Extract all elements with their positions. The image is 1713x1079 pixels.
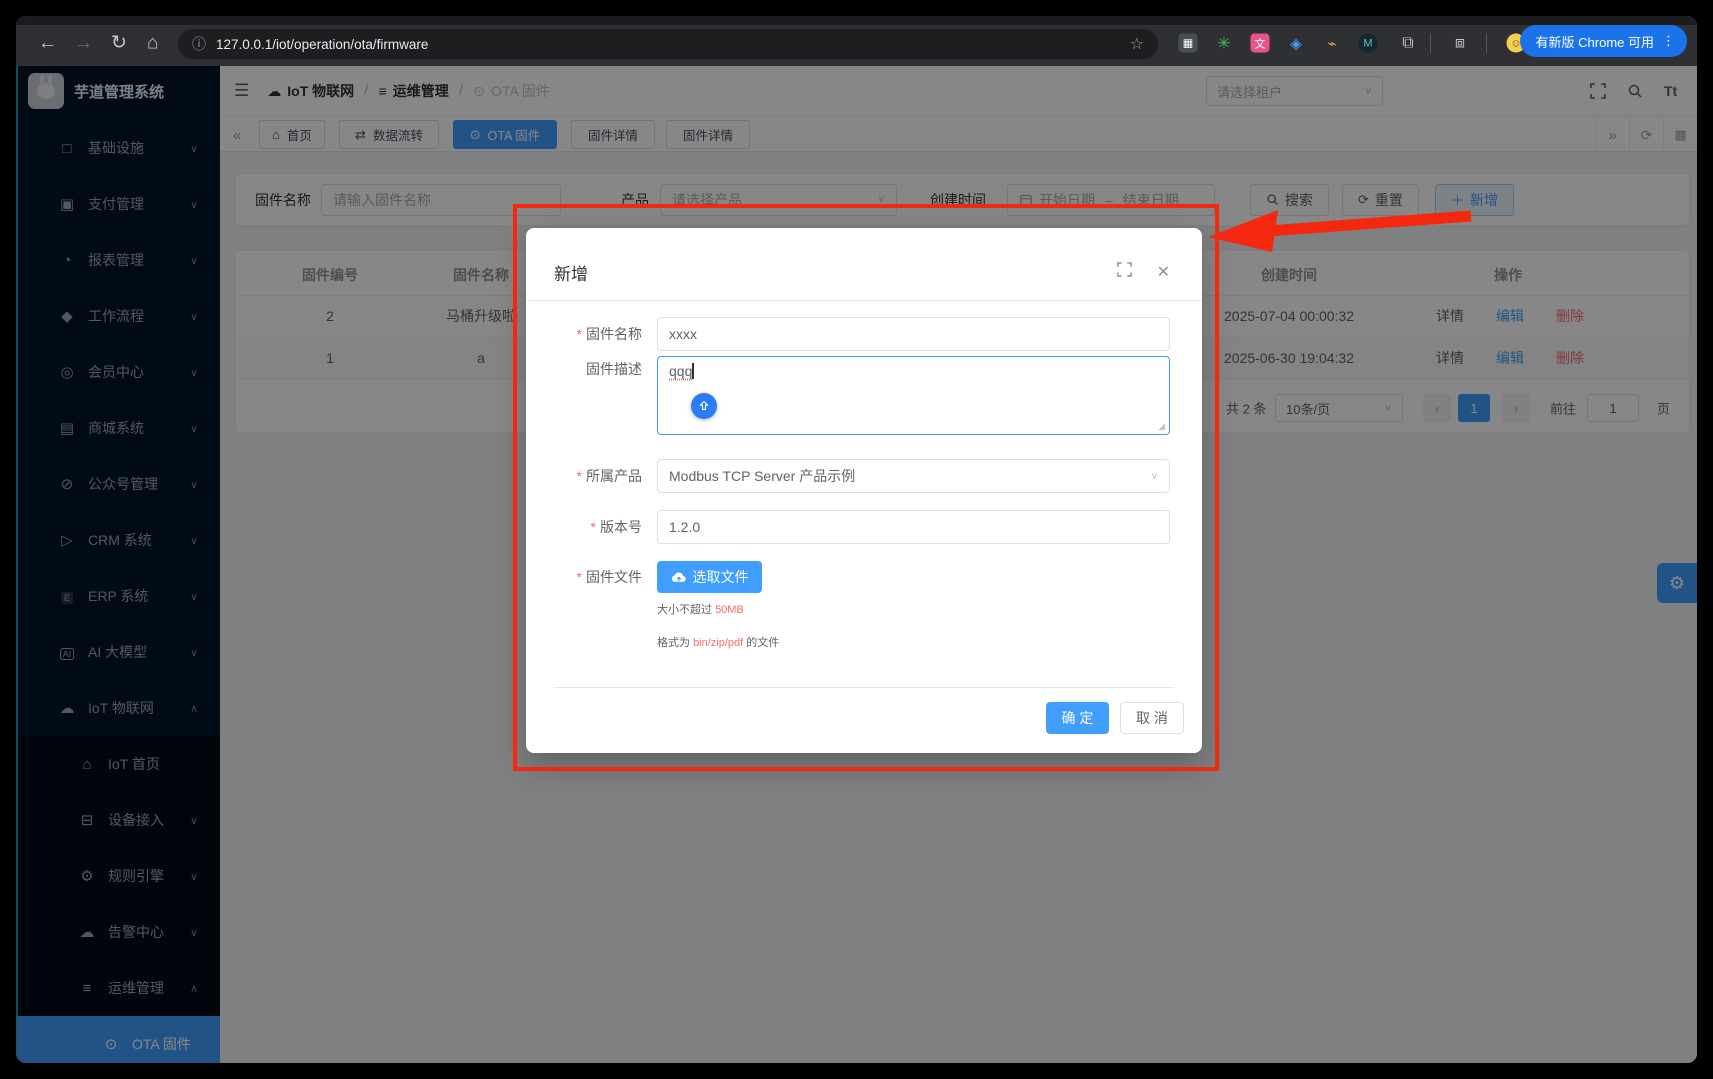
browser-window: ← → ↻ ⌂ ⓘ 127.0.0.1/iot/operation/ota/fi… bbox=[16, 16, 1697, 1063]
upload-cloud-icon bbox=[671, 571, 687, 584]
browser-back-icon[interactable]: ← bbox=[38, 34, 57, 53]
chrome-menu-icon[interactable]: ⋮ bbox=[1662, 33, 1675, 49]
select-file-button[interactable]: 选取文件 bbox=[657, 561, 762, 593]
ext-m-icon[interactable]: M bbox=[1359, 34, 1378, 53]
field-label-product: 所属产品 bbox=[526, 466, 642, 486]
ext-kite-icon[interactable]: ◈ bbox=[1287, 34, 1306, 53]
chrome-separator bbox=[1430, 33, 1431, 53]
ext-atom-icon[interactable]: ✳ bbox=[1215, 34, 1234, 53]
cancel-button[interactable]: 取 消 bbox=[1120, 702, 1184, 734]
text-caret bbox=[692, 363, 694, 379]
resize-handle[interactable]: ◢ bbox=[1158, 421, 1165, 432]
screenshot-stage: ← → ↻ ⌂ ⓘ 127.0.0.1/iot/operation/ota/fi… bbox=[0, 0, 1713, 1079]
field-label-file: 固件文件 bbox=[526, 567, 642, 587]
extensions-puzzle-icon[interactable]: ⧉ bbox=[1399, 34, 1418, 53]
browser-forward-icon[interactable]: → bbox=[74, 34, 93, 53]
url-text: 127.0.0.1/iot/operation/ota/firmware bbox=[216, 37, 1130, 52]
ime-indicator-icon bbox=[691, 393, 717, 419]
select-file-label: 选取文件 bbox=[693, 567, 749, 587]
firmware-name-field[interactable] bbox=[657, 317, 1170, 351]
chrome-separator bbox=[1486, 33, 1487, 53]
dialog-fullscreen-icon[interactable] bbox=[1117, 262, 1132, 282]
dialog-footer-divider bbox=[554, 687, 1174, 688]
file-format-list: bin/zip/pdf bbox=[693, 637, 743, 649]
browser-reload-icon[interactable]: ↻ bbox=[111, 34, 127, 53]
add-firmware-dialog: 新增 ✕ 固件名称 固件描述 qqq ◢ 所属产品 Modbus TCP Ser… bbox=[526, 228, 1202, 753]
bookmark-star-icon[interactable]: ☆ bbox=[1130, 34, 1144, 54]
file-format-hint: 格式为 bin/zip/pdf 的文件 bbox=[657, 634, 779, 650]
chrome-update-button[interactable]: 有新版 Chrome 可用 ⋮ bbox=[1520, 25, 1687, 57]
firmware-desc-textarea[interactable]: qqq ◢ bbox=[657, 356, 1170, 435]
browser-titlebar bbox=[16, 16, 1697, 25]
ext-grid-icon[interactable]: ▦ bbox=[1179, 34, 1198, 53]
field-label-firmware-desc: 固件描述 bbox=[526, 359, 642, 379]
version-value[interactable] bbox=[669, 519, 1158, 535]
product-value: Modbus TCP Server 产品示例 bbox=[669, 466, 855, 486]
firmware-name-value[interactable] bbox=[669, 326, 1158, 342]
chevron-down-icon: ∨ bbox=[1151, 471, 1158, 482]
field-label-firmware-name: 固件名称 bbox=[526, 324, 642, 344]
firmware-desc-value: qqq bbox=[669, 363, 692, 379]
chrome-update-label: 有新版 Chrome 可用 bbox=[1536, 32, 1654, 51]
dialog-close-icon[interactable]: ✕ bbox=[1157, 262, 1170, 282]
browser-home-icon[interactable]: ⌂ bbox=[147, 34, 158, 53]
dialog-header-divider bbox=[526, 300, 1202, 301]
file-size-hint: 大小不超过 50MB bbox=[657, 601, 744, 617]
dialog-title: 新增 bbox=[554, 260, 588, 285]
file-size-limit: 50MB bbox=[715, 604, 744, 616]
product-select-field[interactable]: Modbus TCP Server 产品示例 ∨ bbox=[657, 459, 1170, 493]
url-bar[interactable]: ⓘ 127.0.0.1/iot/operation/ota/firmware ☆ bbox=[178, 29, 1158, 59]
ext-broom-icon[interactable]: ⌁ bbox=[1323, 34, 1342, 53]
confirm-button[interactable]: 确 定 bbox=[1046, 702, 1109, 734]
site-info-icon[interactable]: ⓘ bbox=[192, 34, 206, 54]
field-label-version: 版本号 bbox=[526, 517, 642, 537]
ext-translate-icon[interactable]: 文 bbox=[1251, 34, 1270, 53]
inspect-page-icon[interactable]: ⧈ bbox=[1451, 34, 1470, 53]
version-field[interactable] bbox=[657, 510, 1170, 544]
browser-chrome: ← → ↻ ⌂ ⓘ 127.0.0.1/iot/operation/ota/fi… bbox=[16, 16, 1697, 66]
